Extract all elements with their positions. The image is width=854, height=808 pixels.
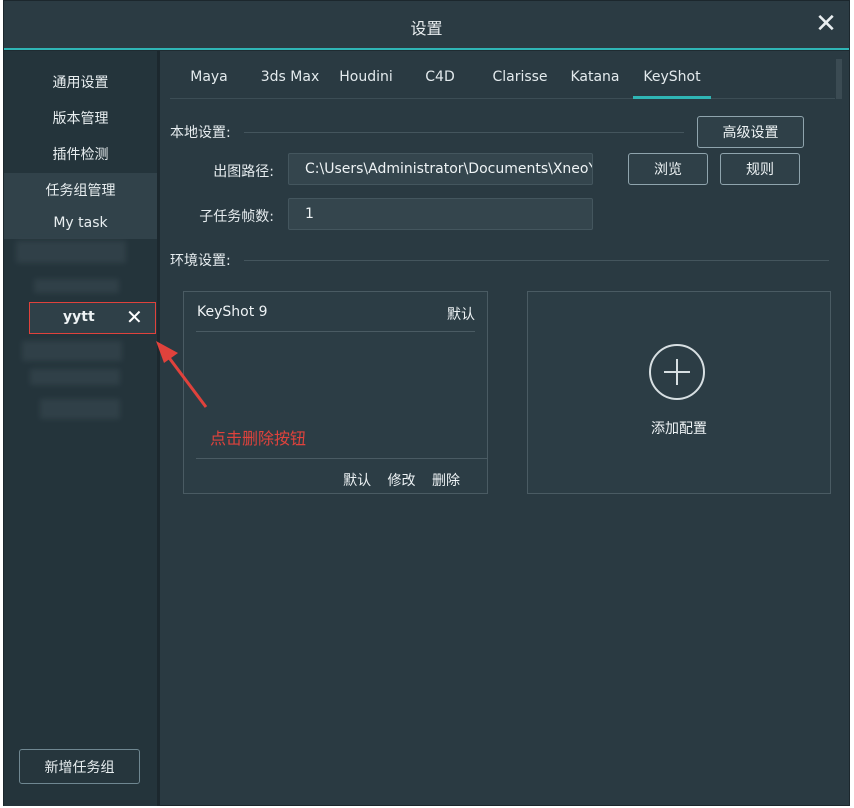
sidebar: 通用设置 版本管理 插件检测 任务组管理 My task yytt ✕ 新增任务… — [4, 51, 160, 806]
tab-3dsmax[interactable]: 3ds Max — [250, 59, 330, 95]
browse-button[interactable]: 浏览 — [628, 153, 708, 185]
default-badge: 默认 — [447, 307, 475, 323]
card-actions: 默认 修改 删除 — [331, 470, 460, 490]
config-name: KeyShot 9 — [197, 304, 268, 320]
scrollbar[interactable] — [836, 59, 842, 99]
tab-maya[interactable]: Maya — [170, 59, 248, 95]
annotation-arrow-icon — [156, 341, 208, 408]
plus-circle-icon — [649, 344, 705, 400]
local-settings-label: 本地设置: — [170, 125, 231, 141]
close-icon[interactable]: ✕ — [811, 9, 841, 39]
subtask-frames-input[interactable]: 1 — [288, 198, 593, 230]
tab-clarisse[interactable]: Clarisse — [480, 59, 560, 95]
card-divider — [196, 458, 487, 459]
tab-houdini[interactable]: Houdini — [330, 59, 402, 95]
edit-button[interactable]: 修改 — [388, 473, 416, 489]
sidebar-item-plugins[interactable]: 插件检测 — [4, 137, 157, 170]
blurred-item — [22, 341, 122, 361]
advanced-settings-button[interactable]: 高级设置 — [697, 116, 804, 148]
tab-divider — [170, 98, 835, 99]
active-tab-indicator — [633, 96, 711, 99]
config-card: KeyShot 9 默认 默认 修改 删除 — [183, 291, 488, 494]
sidebar-item-label: 通用设置 — [52, 74, 109, 91]
sidebar-item-label: 版本管理 — [52, 110, 109, 127]
add-config-label: 添加配置 — [651, 421, 707, 437]
annotation-text: 点击删除按钮 — [210, 429, 307, 448]
sidebar-item-general[interactable]: 通用设置 — [4, 65, 157, 98]
settings-window: 设置 ✕ 通用设置 版本管理 插件检测 任务组管理 My task yytt ✕… — [3, 0, 850, 806]
sidebar-item-label: My task — [53, 214, 108, 231]
blurred-item — [30, 369, 120, 385]
title-bar: 设置 ✕ — [4, 1, 849, 51]
sidebar-item-label: 任务组管理 — [45, 182, 116, 199]
software-tabs: Maya 3ds Max Houdini C4D Clarisse Katana… — [170, 59, 835, 99]
sidebar-item-label: yytt — [63, 309, 95, 325]
sidebar-item-my-task[interactable]: My task — [4, 206, 157, 239]
sidebar-item-task-groups[interactable]: 任务组管理 — [4, 173, 157, 206]
section-divider — [244, 260, 829, 261]
card-divider — [196, 331, 475, 332]
sidebar-item-version[interactable]: 版本管理 — [4, 101, 157, 134]
accent-line — [4, 48, 849, 50]
tab-katana[interactable]: Katana — [560, 59, 630, 95]
add-task-group-button[interactable]: 新增任务组 — [19, 749, 140, 784]
rules-button[interactable]: 规则 — [720, 153, 800, 185]
output-path-input[interactable]: C:\Users\Administrator\Documents\XneoY — [288, 153, 593, 185]
window-title: 设置 — [410, 19, 443, 38]
set-default-button[interactable]: 默认 — [343, 473, 371, 489]
sidebar-item-yytt[interactable]: yytt ✕ — [29, 302, 156, 334]
delete-group-icon[interactable]: ✕ — [126, 305, 143, 329]
blurred-item — [40, 399, 120, 419]
output-path-label: 出图路径: — [213, 164, 274, 180]
tab-c4d[interactable]: C4D — [406, 59, 474, 95]
blurred-item — [34, 279, 119, 293]
add-config-card[interactable]: 添加配置 — [527, 291, 831, 494]
delete-button[interactable]: 删除 — [432, 473, 460, 489]
sidebar-item-label: 插件检测 — [52, 146, 109, 163]
section-divider — [244, 132, 684, 133]
subtask-frames-label: 子任务帧数: — [199, 209, 274, 225]
env-settings-label: 环境设置: — [170, 253, 231, 269]
tab-keyshot[interactable]: KeyShot — [633, 59, 711, 95]
blurred-item — [16, 241, 126, 263]
